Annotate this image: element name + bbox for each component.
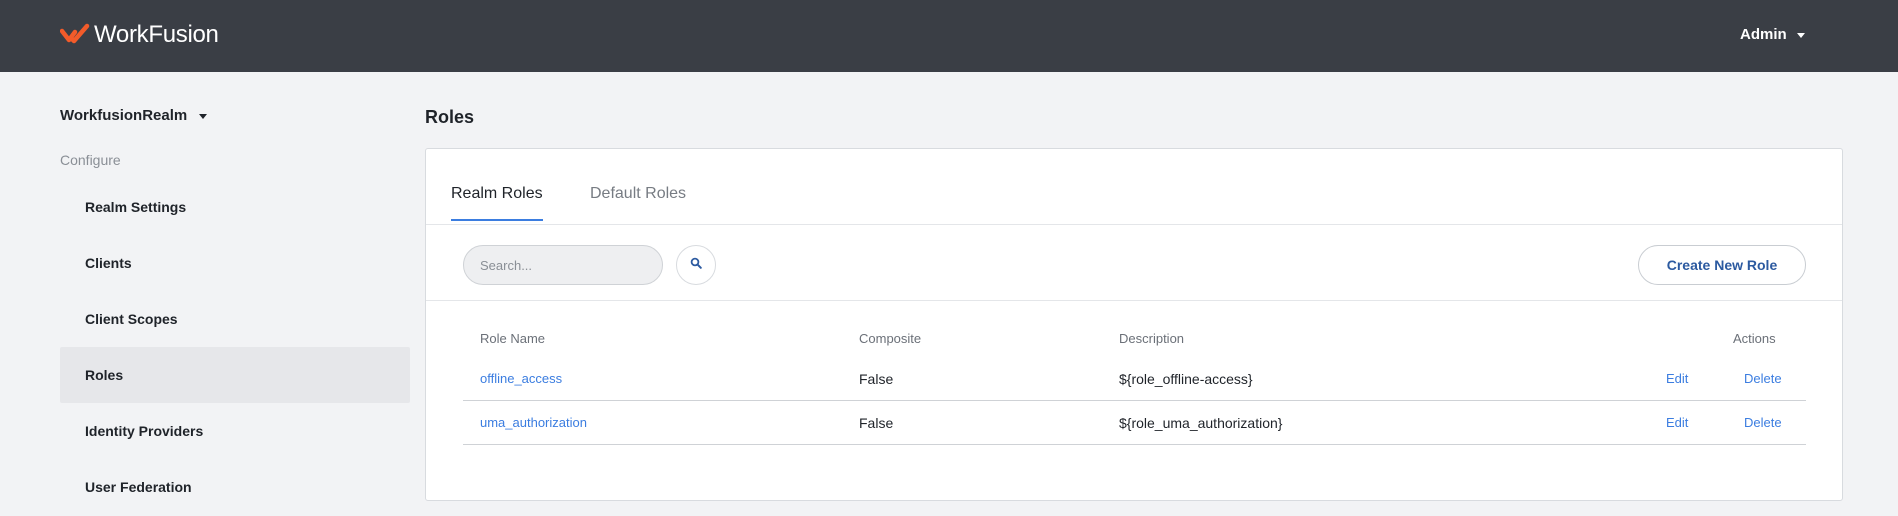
edit-role-link[interactable]: Edit — [1666, 371, 1688, 386]
tab-bar: Realm Roles Default Roles — [426, 149, 1842, 225]
caret-down-icon — [1796, 33, 1805, 38]
table-row: uma_authorization False ${role_uma_autho… — [463, 401, 1806, 445]
brand-name: WorkFusion — [94, 21, 219, 48]
sidebar-item-user-federation[interactable]: User Federation — [60, 459, 410, 515]
sidebar-item-client-scopes[interactable]: Client Scopes — [60, 291, 410, 347]
search-button[interactable] — [676, 245, 716, 285]
sidebar-item-roles[interactable]: Roles — [60, 347, 410, 403]
role-description: ${role_uma_authorization} — [1119, 415, 1283, 431]
caret-down-icon — [199, 114, 208, 119]
roles-card: Realm Roles Default Roles Create New Rol… — [425, 148, 1843, 501]
tab-default-roles[interactable]: Default Roles — [590, 185, 686, 219]
realm-label: WorkfusionRealm — [60, 107, 188, 124]
role-name-link[interactable]: offline_access — [480, 371, 562, 386]
search-input[interactable] — [463, 245, 663, 285]
tab-realm-roles[interactable]: Realm Roles — [451, 185, 543, 221]
create-new-role-button[interactable]: Create New Role — [1638, 245, 1806, 285]
column-header-actions: Actions — [1733, 331, 1776, 346]
sidebar-item-label: Identity Providers — [85, 423, 204, 439]
role-name-link[interactable]: uma_authorization — [480, 415, 587, 430]
sidebar-section-configure: Configure — [60, 152, 121, 168]
column-header-composite: Composite — [859, 331, 922, 346]
user-menu-label: Admin — [1740, 26, 1787, 43]
workfusion-logo-icon — [59, 22, 90, 48]
sidebar-item-label: User Federation — [85, 479, 192, 495]
column-header-role-name: Role Name — [480, 331, 546, 346]
realm-selector[interactable]: WorkfusionRealm — [60, 107, 208, 124]
sidebar-item-identity-providers[interactable]: Identity Providers — [60, 403, 410, 459]
role-composite: False — [859, 415, 894, 431]
table-row: offline_access False ${role_offline-acce… — [463, 357, 1806, 401]
sidebar-item-label: Client Scopes — [85, 311, 178, 327]
page-title: Roles — [425, 107, 475, 127]
delete-role-link[interactable]: Delete — [1744, 371, 1782, 386]
top-navigation-bar: WorkFusion Admin — [0, 0, 1898, 72]
sidebar-nav: Realm Settings Clients Client Scopes Rol… — [60, 179, 410, 515]
roles-toolbar: Create New Role — [426, 225, 1842, 301]
sidebar-item-label: Roles — [85, 367, 124, 383]
sidebar-item-realm-settings[interactable]: Realm Settings — [60, 179, 410, 235]
sidebar-item-label: Realm Settings — [85, 199, 187, 215]
sidebar-item-label: Clients — [85, 255, 132, 271]
brand-logo[interactable]: WorkFusion — [59, 21, 219, 49]
role-composite: False — [859, 371, 894, 387]
search-icon — [690, 256, 702, 274]
column-header-description: Description — [1119, 331, 1185, 346]
user-menu[interactable]: Admin — [1740, 26, 1805, 43]
delete-role-link[interactable]: Delete — [1744, 415, 1782, 430]
role-description: ${role_offline-access} — [1119, 371, 1253, 387]
sidebar-item-clients[interactable]: Clients — [60, 235, 410, 291]
edit-role-link[interactable]: Edit — [1666, 415, 1688, 430]
